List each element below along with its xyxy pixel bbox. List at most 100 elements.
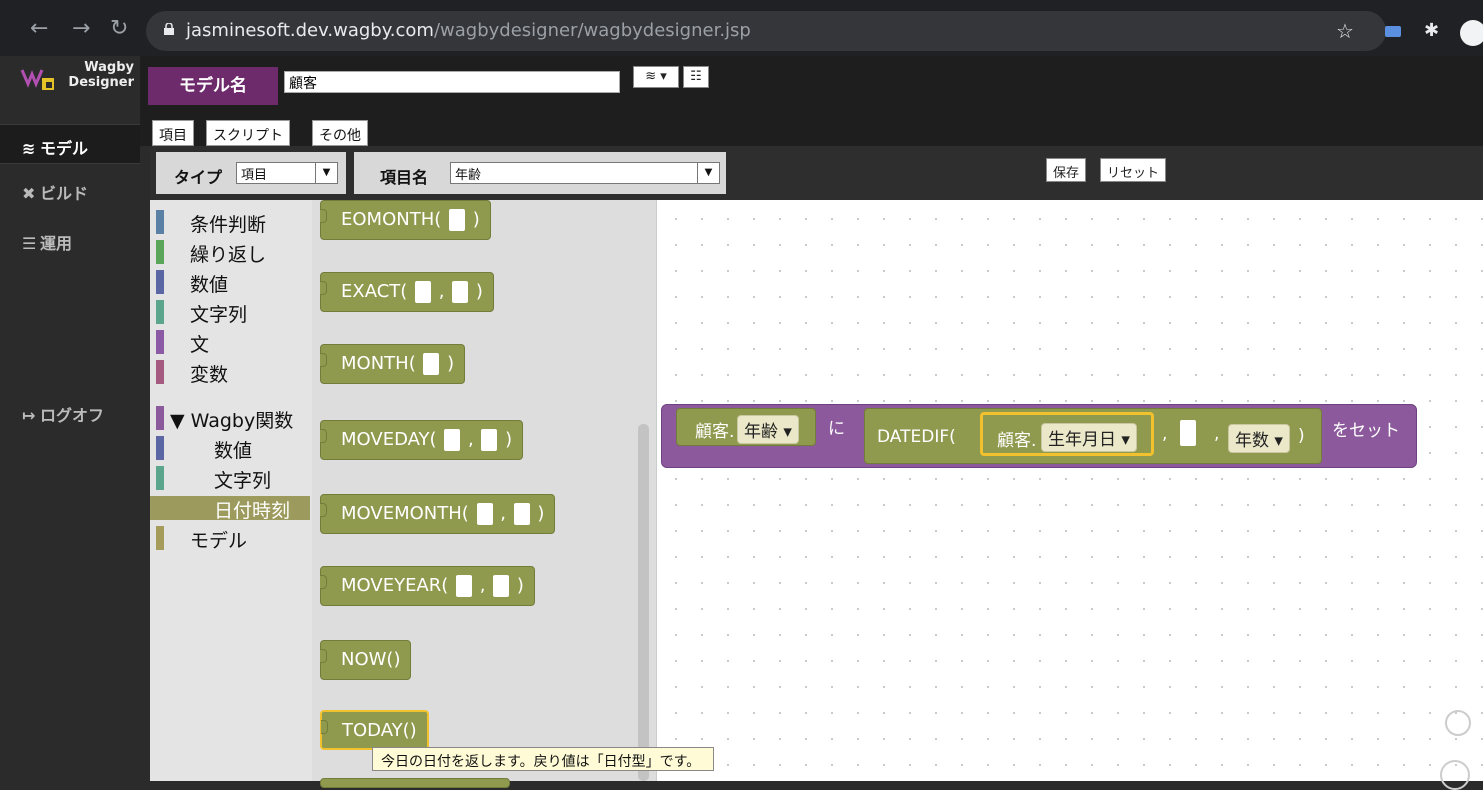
tools-icon: ✖ bbox=[22, 184, 36, 203]
block-now[interactable]: NOW() bbox=[320, 640, 412, 680]
database-icon: ≋ bbox=[645, 69, 657, 84]
category-string[interactable]: 文字列 bbox=[150, 300, 312, 326]
sidebar-item-label: 運用 bbox=[40, 234, 73, 253]
target-field-block[interactable]: 顧客. 年齢 ▾ bbox=[676, 408, 816, 446]
ni-text: に bbox=[828, 419, 845, 439]
chevron-down-icon: ▾ bbox=[1274, 431, 1283, 451]
field-name-select[interactable]: 年齢 ▼ bbox=[450, 162, 720, 184]
sidebar-item-operation[interactable]: ☰ 運用 bbox=[0, 220, 140, 260]
tab-bar: 項目 スクリプト その他 bbox=[140, 112, 1483, 146]
set-suffix-text: をセット bbox=[1332, 421, 1400, 441]
extension-icon[interactable] bbox=[1385, 26, 1401, 37]
logo-line2: Designer bbox=[68, 75, 134, 90]
block-moveday[interactable]: MOVEDAY( , ) bbox=[320, 420, 524, 460]
input-slot bbox=[476, 503, 493, 525]
input-slot bbox=[513, 503, 530, 525]
wagby-logo: Wagby Designer bbox=[0, 56, 140, 112]
browser-toolbar: ← → ↻ jasminesoft.dev.wagby.com/wagbydes… bbox=[0, 0, 1483, 56]
storage-dropdown-button[interactable]: ≋ ▾ bbox=[633, 66, 679, 88]
profile-avatar[interactable] bbox=[1460, 20, 1483, 46]
sidebar-item-model[interactable]: ≋ モデル bbox=[0, 124, 140, 164]
input-slot bbox=[456, 575, 473, 597]
bookmark-star-icon[interactable]: ☆ bbox=[1336, 19, 1354, 43]
database-icon: ≋ bbox=[22, 139, 36, 158]
block-next-partial[interactable] bbox=[320, 778, 510, 788]
category-wagby-model[interactable]: モデル bbox=[150, 526, 312, 552]
birthdate-field-dropdown[interactable]: 生年月日 ▾ bbox=[1041, 423, 1137, 452]
block-category-list: 条件判断 繰り返し 数値 文字列 文 変数 ▼ Wagby関数 数値 文字列 日… bbox=[150, 200, 312, 781]
category-loop[interactable]: 繰り返し bbox=[150, 240, 312, 266]
reset-button[interactable]: リセット bbox=[1100, 158, 1167, 182]
comma-text: , bbox=[1214, 424, 1220, 444]
close-paren-text: ) bbox=[1298, 426, 1305, 446]
block-today[interactable]: TODAY() bbox=[320, 710, 429, 750]
category-variable[interactable]: 変数 bbox=[150, 360, 312, 386]
model-name-input[interactable]: 顧客 bbox=[284, 71, 620, 93]
sidebar-item-logoff[interactable]: ↦ ログオフ bbox=[0, 392, 140, 432]
tab-script[interactable]: スクリプト bbox=[206, 120, 290, 146]
category-wagby-functions[interactable]: ▼ Wagby関数 bbox=[150, 406, 312, 432]
category-condition[interactable]: 条件判断 bbox=[150, 210, 312, 236]
sidebar-item-label: ログオフ bbox=[40, 406, 105, 425]
type-select[interactable]: 項目 ▼ bbox=[236, 162, 338, 184]
sidebar: Wagby Designer ≋ モデル ✖ ビルド ☰ 運用 ↦ ログオフ bbox=[0, 56, 140, 781]
birthdate-field-block[interactable]: 顧客. 生年月日 ▾ bbox=[980, 412, 1154, 456]
zoom-in-icon[interactable] bbox=[1440, 760, 1470, 790]
block-eomonth[interactable]: EOMONTH( ) bbox=[320, 200, 491, 240]
recenter-icon[interactable] bbox=[1445, 710, 1471, 736]
target-field-dropdown[interactable]: 年齢 ▾ bbox=[737, 415, 799, 444]
model-name-label: モデル名 bbox=[148, 67, 278, 105]
target-model-text: 顧客. bbox=[695, 422, 735, 442]
block-month[interactable]: MONTH( ) bbox=[320, 344, 466, 384]
block-moveyear[interactable]: MOVEYEAR( , ) bbox=[320, 566, 535, 606]
category-wagby-datetime[interactable]: 日付時刻 bbox=[150, 496, 310, 522]
type-box: タイプ 項目 ▼ bbox=[156, 152, 346, 194]
sidebar-item-label: モデル bbox=[40, 139, 89, 158]
datedif-label: DATEDIF( bbox=[877, 427, 956, 447]
comma-text: , bbox=[1162, 424, 1168, 444]
server-icon: ☰ bbox=[22, 234, 37, 253]
category-wagby-number[interactable]: 数値 bbox=[150, 436, 312, 462]
block-exact[interactable]: EXACT( , ) bbox=[320, 272, 494, 312]
forward-icon[interactable]: → bbox=[72, 18, 90, 40]
chevron-down-icon: ▾ bbox=[660, 69, 667, 84]
unit-dropdown[interactable]: 年数 ▾ bbox=[1228, 424, 1290, 453]
logo-line1: Wagby bbox=[84, 60, 134, 75]
url-text: jasminesoft.dev.wagby.com/wagbydesigner/… bbox=[186, 20, 751, 41]
sidebar-item-build[interactable]: ✖ ビルド bbox=[0, 170, 140, 210]
list-view-button[interactable]: ☷ bbox=[683, 66, 709, 88]
block-workspace[interactable] bbox=[657, 200, 1483, 781]
input-slot bbox=[452, 281, 469, 303]
tab-other[interactable]: その他 bbox=[312, 120, 368, 146]
wagby-logo-mark-icon bbox=[20, 69, 54, 90]
back-icon[interactable]: ← bbox=[30, 18, 48, 40]
save-button[interactable]: 保存 bbox=[1046, 158, 1087, 182]
tab-items[interactable]: 項目 bbox=[152, 120, 194, 146]
puzzle-icon[interactable]: ✱ bbox=[1424, 20, 1439, 41]
reload-icon[interactable]: ↻ bbox=[110, 18, 128, 40]
block-tooltip: 今日の日付を返します。戻り値は「日付型」です。 bbox=[372, 747, 714, 771]
category-statement[interactable]: 文 bbox=[150, 330, 312, 356]
dropdown-arrow-icon: ▼ bbox=[697, 163, 719, 183]
category-number[interactable]: 数値 bbox=[150, 270, 312, 296]
input-slot bbox=[423, 353, 440, 375]
model-header: モデル名 顧客 ≋ ▾ ☷ bbox=[140, 56, 1483, 112]
input-slot bbox=[444, 429, 461, 451]
lock-icon bbox=[164, 23, 174, 35]
field-name-label: 項目名 bbox=[380, 168, 429, 187]
flyout-scrollbar[interactable] bbox=[638, 424, 649, 781]
input-slot bbox=[449, 209, 465, 231]
category-wagby-string[interactable]: 文字列 bbox=[150, 466, 312, 492]
field-toolbar: タイプ 項目 ▼ 項目名 年齢 ▼ 保存 リセット bbox=[150, 146, 1483, 200]
field-name-box: 項目名 年齢 ▼ bbox=[354, 152, 726, 194]
dropdown-arrow-icon: ▼ bbox=[315, 163, 337, 183]
input-slot bbox=[415, 281, 432, 303]
input-slot bbox=[481, 429, 498, 451]
chevron-down-icon: ▾ bbox=[1121, 430, 1130, 450]
type-select-value: 項目 bbox=[241, 168, 268, 183]
block-flyout: EOMONTH( ) EXACT( , ) MONTH( ) MOVEDAY( … bbox=[312, 200, 657, 788]
block-movemonth[interactable]: MOVEMONTH( , ) bbox=[320, 494, 556, 534]
address-bar[interactable]: jasminesoft.dev.wagby.com/wagbydesigner/… bbox=[146, 11, 1386, 51]
logout-icon: ↦ bbox=[22, 406, 36, 425]
empty-input-slot[interactable] bbox=[1180, 420, 1196, 446]
